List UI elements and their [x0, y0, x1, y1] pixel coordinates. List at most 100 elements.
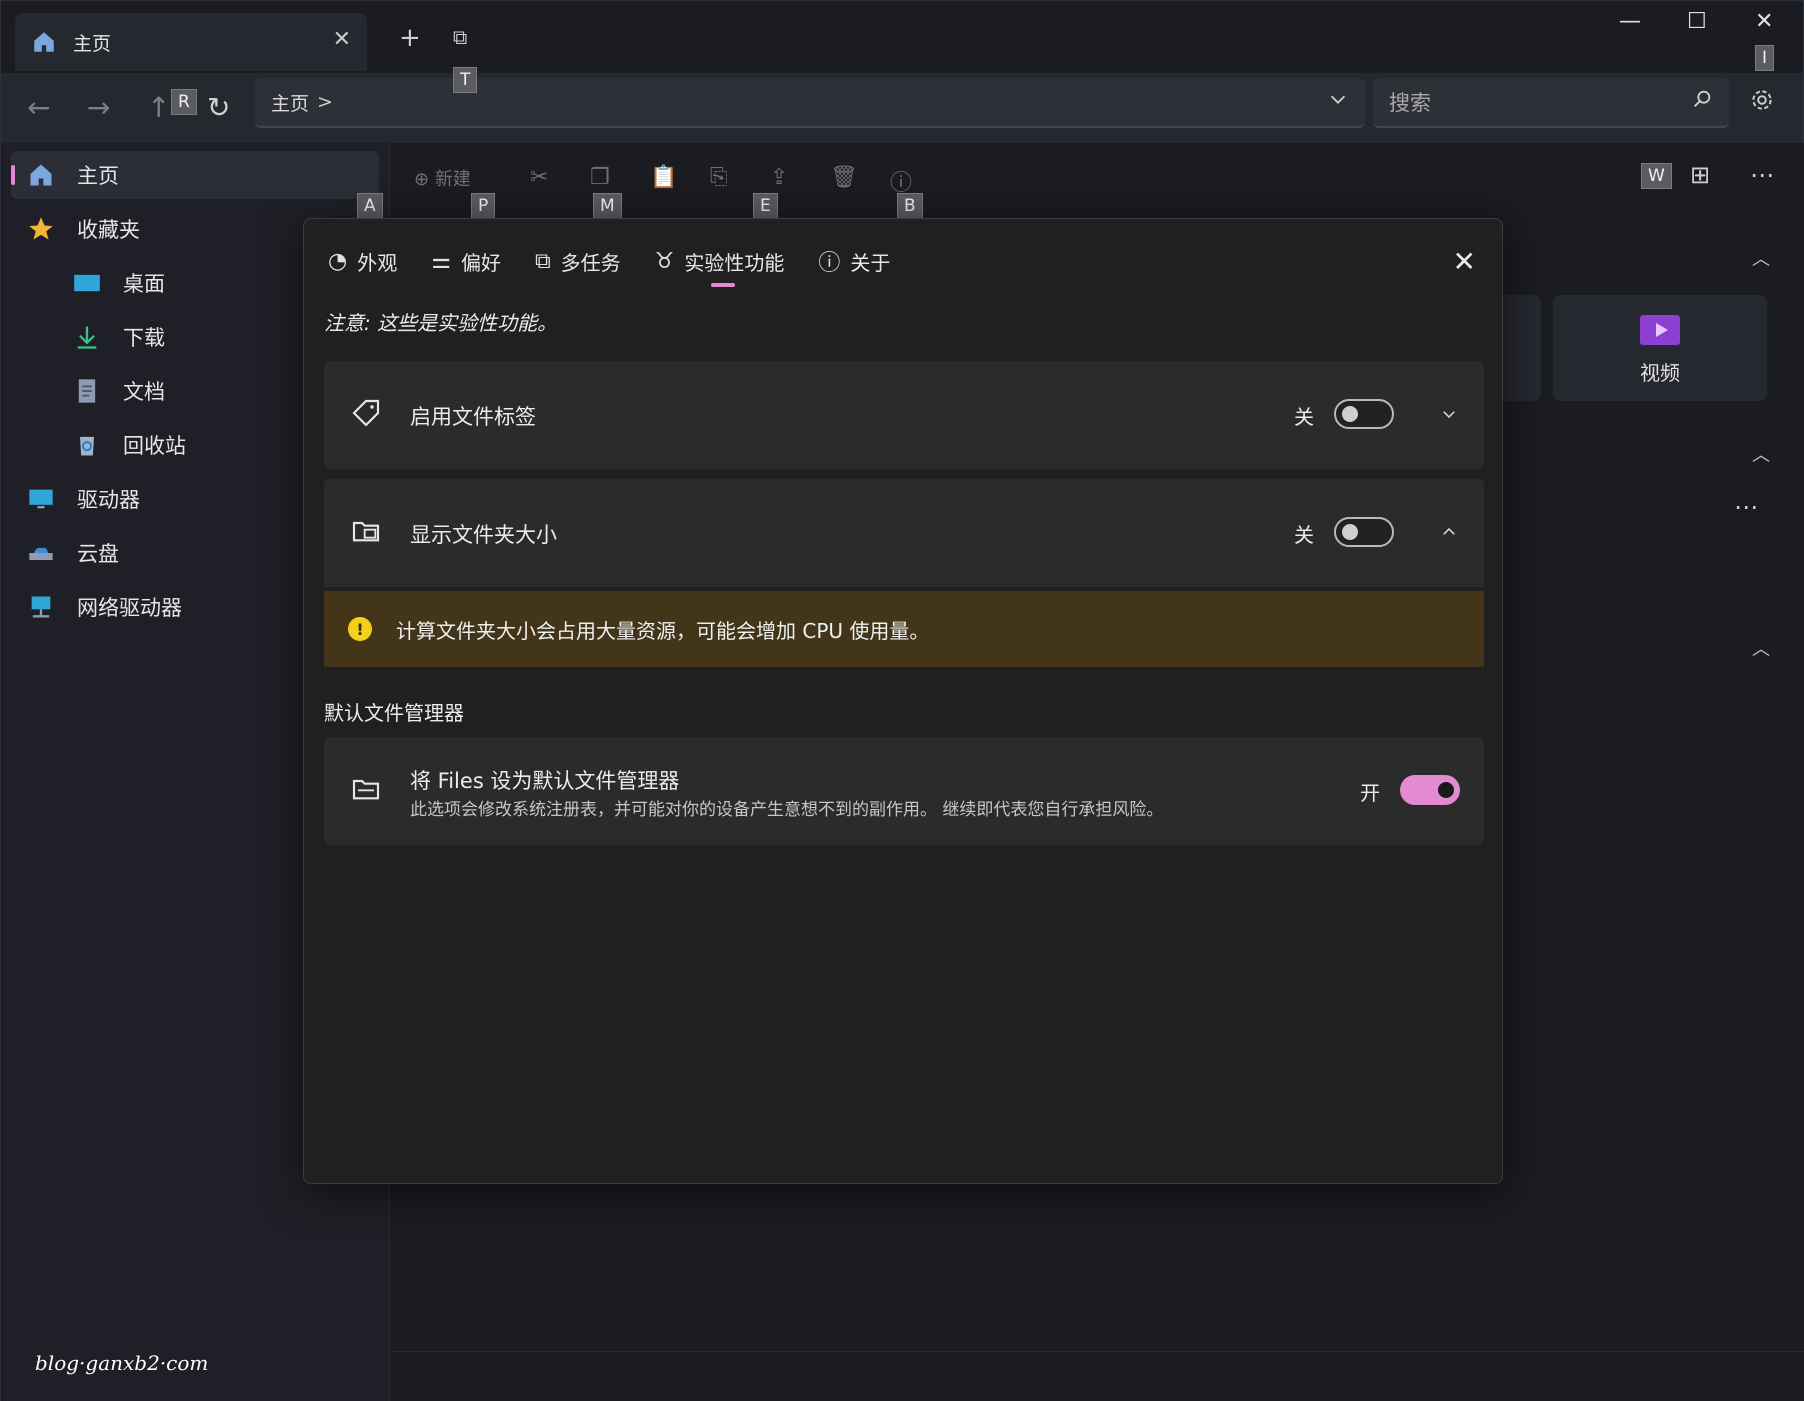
folder-size-toggle[interactable]	[1334, 517, 1394, 547]
info-icon: ⓘ	[818, 251, 841, 276]
sidebar-item-label: 网络驱动器	[77, 596, 182, 620]
chevron-down-icon[interactable]	[1440, 405, 1458, 423]
setting-folder-size[interactable]: 显示文件夹大小 关	[324, 479, 1484, 587]
watermark: blog·ganxb2·com	[35, 1351, 209, 1375]
search-input[interactable]: 搜索	[1373, 78, 1729, 128]
minimize-button[interactable]: —	[1619, 9, 1641, 34]
experimental-note: 注意: 这些是实验性功能。	[324, 311, 558, 335]
setting-title: 显示文件夹大小	[410, 523, 557, 547]
sliders-icon: ⚌	[431, 248, 451, 274]
maximize-button[interactable]: ☐	[1687, 9, 1707, 34]
new-button-label: 新建	[434, 169, 471, 190]
folder-size-icon	[352, 521, 380, 542]
sidebar-item-label: 文档	[123, 380, 165, 404]
default-manager-toggle[interactable]	[1400, 775, 1460, 805]
close-dialog-icon[interactable]: ✕	[1453, 245, 1476, 278]
close-window-button[interactable]: ✕	[1755, 9, 1773, 34]
layout-icon[interactable]: ⊞	[1690, 161, 1710, 189]
tab-appearance[interactable]: ◔ 外观	[328, 245, 397, 277]
collapse-quick-access-icon[interactable]: ︿	[1752, 245, 1770, 271]
tab-close-icon[interactable]: ✕	[333, 27, 351, 52]
more-options-icon[interactable]: ⋯	[1734, 493, 1758, 521]
document-icon	[78, 379, 96, 403]
keytip-w: W	[1641, 163, 1672, 189]
tab-preferences[interactable]: ⚌ 偏好	[431, 245, 501, 277]
copy-icon[interactable]: ❐	[590, 165, 610, 190]
palette-icon: ◔	[328, 248, 348, 274]
setting-file-tags[interactable]: 启用文件标签 关	[324, 361, 1484, 469]
cpu-warning: ! 计算文件夹大小会占用大量资源，可能会增加 CPU 使用量。	[324, 591, 1484, 667]
search-placeholder: 搜索	[1389, 91, 1431, 115]
sidebar-item-label: 驱动器	[77, 488, 140, 512]
toggle-knob	[1342, 406, 1358, 422]
home-icon	[30, 164, 52, 186]
warning-icon: !	[348, 617, 372, 641]
status-divider	[390, 1351, 1804, 1352]
sidebar-item-label: 下载	[123, 326, 165, 350]
keytip-p: P	[471, 193, 496, 219]
quick-access-label: 视频	[1640, 360, 1680, 385]
address-bar[interactable]: 主页 >	[255, 78, 1365, 128]
address-row: ← → ↑ ↻ 主页 > 搜索	[1, 73, 1803, 143]
tab-multitasking[interactable]: ⧉ 多任务	[535, 245, 621, 277]
sidebar-item-home[interactable]: 主页	[11, 151, 379, 199]
keytip-b: B	[897, 193, 923, 219]
title-bar: 主页 ✕ + ⧉ — ☐ ✕	[1, 1, 1803, 73]
search-icon[interactable]	[1691, 88, 1713, 110]
keytip-i: I	[1755, 45, 1775, 71]
chevron-up-icon[interactable]	[1440, 523, 1458, 541]
folder-open-icon	[352, 779, 380, 800]
tag-icon	[352, 399, 380, 427]
quick-access-card[interactable]	[1501, 295, 1541, 401]
tab-home[interactable]: 主页 ✕	[15, 13, 367, 71]
setting-default-manager[interactable]: 将 Files 设为默认文件管理器 此选项会修改系统注册表，并可能对你的设备产生…	[324, 737, 1484, 845]
toggle-knob	[1438, 782, 1454, 798]
tab-label: 关于	[850, 250, 891, 275]
settings-dialog: ◔ 外观 ⚌ 偏好 ⧉ 多任务 ♉ 实验性功能 ⓘ 关于 ✕ 注意: 这些是实验…	[303, 218, 1503, 1184]
cut-icon[interactable]: ✂	[530, 165, 548, 190]
toggle-state-label: 开	[1360, 781, 1380, 805]
share-icon[interactable]: ⇪	[770, 165, 788, 190]
breadcrumb-home[interactable]: 主页	[271, 89, 309, 116]
paste-icon[interactable]: 📋	[650, 165, 677, 190]
files-window: 主页 ✕ + ⧉ — ☐ ✕ ← → ↑ ↻ 主页 > 搜索 主页 收藏夹 桌面…	[0, 0, 1804, 1401]
breadcrumb-separator[interactable]: >	[317, 91, 333, 113]
new-tab-button[interactable]: +	[399, 23, 421, 53]
windows-icon: ⧉	[534, 248, 551, 274]
collapse-drives-icon[interactable]: ︿	[1752, 441, 1770, 467]
forward-arrow-icon[interactable]: →	[87, 91, 110, 124]
keytip-m: M	[593, 193, 622, 219]
network-drive-icon	[31, 596, 51, 618]
tab-label: 多任务	[560, 250, 621, 275]
gear-icon[interactable]	[1749, 87, 1775, 113]
duplicate-tab-icon[interactable]: ⧉	[453, 25, 467, 49]
tab-label: 主页	[73, 32, 112, 55]
keytip-a: A	[357, 193, 383, 219]
sidebar-item-label: 主页	[77, 164, 119, 188]
chevron-down-icon[interactable]	[1327, 88, 1349, 110]
rename-icon[interactable]: ⎘	[710, 165, 728, 190]
back-arrow-icon[interactable]: ←	[27, 91, 50, 124]
refresh-icon[interactable]: ↻	[207, 91, 230, 124]
desktop-icon	[74, 274, 100, 292]
setting-description: 此选项会修改系统注册表，并可能对你的设备产生意想不到的副作用。 继续即代表您自行…	[410, 800, 1164, 820]
section-title: 默认文件管理器	[324, 701, 464, 725]
up-arrow-icon[interactable]: ↑	[147, 91, 170, 124]
delete-icon[interactable]: 🗑	[830, 165, 858, 190]
sidebar-item-label: 收藏夹	[77, 218, 140, 242]
more-options-icon[interactable]: ⋯	[1750, 161, 1774, 189]
sidebar-item-label: 桌面	[123, 272, 165, 296]
settings-tabs: ◔ 外观 ⚌ 偏好 ⧉ 多任务 ♉ 实验性功能 ⓘ 关于	[328, 245, 924, 287]
sidebar-item-label: 回收站	[123, 434, 186, 458]
tab-experimental[interactable]: ♉ 实验性功能	[655, 245, 784, 287]
recycle-bin-icon	[80, 436, 94, 456]
setting-title: 将 Files 设为默认文件管理器	[410, 769, 680, 793]
tab-about[interactable]: ⓘ 关于	[818, 245, 890, 277]
file-tags-toggle[interactable]	[1334, 399, 1394, 429]
sidebar-item-label: 云盘	[77, 542, 119, 566]
keytip-e: E	[753, 193, 778, 219]
quick-access-videos[interactable]: 视频	[1553, 295, 1767, 401]
new-button[interactable]: ⊕ 新建	[414, 165, 471, 191]
collapse-tags-icon[interactable]: ︿	[1752, 635, 1770, 661]
toggle-knob	[1342, 524, 1358, 540]
